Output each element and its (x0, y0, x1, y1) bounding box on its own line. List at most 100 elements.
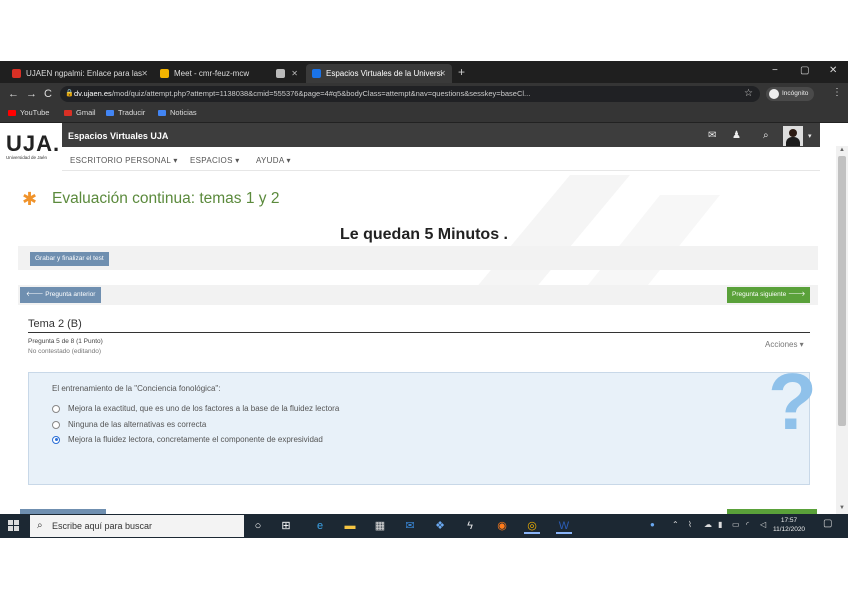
profile-button[interactable]: Incógnito (766, 87, 815, 101)
browser-tab-meet[interactable]: Meet - cmr-feuz-mcw (154, 64, 270, 83)
dropbox-icon[interactable]: ❖ (432, 518, 448, 534)
site-name[interactable]: Espacios Virtuales UJA (68, 131, 168, 141)
onedrive-icon[interactable]: ☁ (704, 520, 712, 529)
radio-button[interactable] (52, 420, 60, 429)
word-icon[interactable]: W (556, 518, 572, 534)
search-icon[interactable]: ⌕ (763, 130, 769, 141)
meet-icon (160, 69, 169, 78)
taskbar-search-input[interactable]: ⌕ Escribe aquí para buscar (30, 515, 244, 537)
forward-arrow-icon[interactable]: → (26, 88, 37, 100)
windows-start-icon[interactable] (8, 520, 20, 532)
bookmark-traducir[interactable]: Traducir (106, 108, 145, 117)
tab-label: Meet - cmr-feuz-mcw (174, 69, 250, 78)
browser-tab-moodle[interactable]: Espacios Virtuales de la Universi ✕ (306, 64, 452, 83)
question-mark-icon: ? (768, 357, 817, 446)
extension-icon (276, 69, 285, 78)
answer-option-3[interactable]: Mejora la fluidez lectora, concretamente… (52, 435, 323, 444)
search-placeholder: Escribe aquí para buscar (52, 521, 153, 531)
store-icon[interactable]: ▦ (372, 518, 388, 534)
actions-menu[interactable]: Acciones ▾ (765, 340, 804, 349)
radio-button-selected[interactable] (52, 435, 60, 444)
bookmark-gmail[interactable]: Gmail (64, 108, 96, 117)
close-icon[interactable]: ✕ (439, 69, 446, 78)
chrome-icon[interactable]: ◎ (524, 518, 540, 534)
url-field[interactable]: 🔒 dv.ujaen.es/mod/quiz/attempt.php?attem… (60, 86, 760, 102)
profile-label: Incógnito (782, 90, 809, 97)
mail-icon[interactable]: ✉ (402, 518, 418, 534)
scrollbar-thumb[interactable] (838, 156, 846, 426)
close-icon[interactable]: ✕ (141, 69, 148, 78)
microphone-icon[interactable]: ▮ (718, 520, 722, 529)
network-icon[interactable]: ⌇ (688, 520, 692, 529)
close-icon[interactable]: ✕ (291, 69, 298, 78)
reload-icon[interactable]: C (44, 88, 52, 100)
url-host: dv.ujaen.es (74, 89, 112, 98)
chevron-down-icon[interactable]: ▾ (808, 132, 812, 140)
edge-icon[interactable]: e (312, 518, 328, 534)
notification-center-icon[interactable]: ▢ (823, 518, 832, 529)
messages-icon[interactable]: ✉ (708, 130, 716, 141)
address-bar: ← → C 🔒 dv.ujaen.es/mod/quiz/attempt.php… (0, 83, 848, 105)
bookmark-youtube[interactable]: YouTube (8, 108, 49, 117)
search-icon: ⌕ (37, 520, 43, 531)
site-logo[interactable]: UJA. (6, 131, 60, 157)
cortana-icon[interactable]: ○ (250, 518, 266, 534)
browser-tab-strip: UJAEN ngpalmi: Enlace para las ✕ Meet - … (0, 61, 848, 83)
moodle-icon (312, 69, 321, 78)
browser-tab-extension[interactable]: ✕ (270, 64, 304, 83)
people-icon[interactable]: ● (650, 520, 655, 529)
scroll-up-icon[interactable]: ▲ (839, 147, 845, 153)
answer-option-2[interactable]: Ninguna de las alternativas es correcta (52, 420, 206, 429)
notifications-icon[interactable]: ♟ (732, 130, 741, 141)
question-number: Pregunta 5 de 8 (1 Punto) (28, 338, 103, 345)
site-top-bar (62, 123, 820, 147)
gmail-icon (64, 109, 72, 116)
previous-question-button[interactable]: 🡐 Pregunta anterior (20, 287, 102, 303)
quiz-timer: Le quedan 5 Minutos . (339, 226, 508, 243)
new-tab-button[interactable]: + (458, 65, 465, 79)
avatar[interactable] (783, 126, 803, 146)
browser-tab-gmail[interactable]: UJAEN ngpalmi: Enlace para las ✕ (6, 64, 154, 83)
bookmark-star-icon[interactable]: ☆ (744, 88, 753, 99)
bookmark-noticias[interactable]: Noticias (158, 108, 197, 117)
answer-option-1[interactable]: Mejora la exactitud, que es uno de los f… (52, 404, 339, 413)
scroll-down-icon[interactable]: ▼ (839, 505, 845, 511)
menu-espacios[interactable]: ESPACIOS ▾ (190, 156, 240, 165)
radio-button[interactable] (52, 404, 60, 413)
app-icon[interactable]: ϟ (462, 518, 478, 534)
wifi-icon[interactable]: ◜ (746, 520, 749, 529)
firefox-icon[interactable]: ◉ (494, 518, 510, 534)
browser-menu-icon[interactable]: ⋮ (832, 87, 842, 98)
finish-bar (18, 246, 818, 270)
clock-time: 17:57 (780, 517, 798, 524)
chevron-up-icon[interactable]: ⌃ (672, 520, 679, 529)
question-nav-bar (18, 285, 818, 305)
youtube-icon (8, 109, 16, 116)
back-arrow-icon[interactable]: ← (8, 88, 19, 100)
lock-icon: 🔒 (65, 90, 74, 97)
next-question-button[interactable]: Pregunta siguiente 🡒 (727, 287, 811, 303)
bookmark-label: Gmail (76, 108, 96, 117)
minimize-button[interactable]: − (772, 65, 778, 76)
close-window-button[interactable]: ✕ (829, 65, 837, 76)
battery-icon[interactable]: ▭ (732, 520, 740, 529)
task-view-icon[interactable]: ⊞ (278, 518, 294, 534)
taskbar-clock[interactable]: 17:57 11/12/2020 (773, 516, 805, 534)
question-status: No contestado (editando) (28, 348, 101, 355)
maximize-button[interactable]: ▢ (800, 65, 809, 76)
menu-escritorio[interactable]: ESCRITORIO PERSONAL ▾ (70, 156, 178, 165)
file-explorer-icon[interactable]: ▬ (342, 518, 358, 534)
bookmark-label: YouTube (20, 108, 50, 117)
tab-label: UJAEN ngpalmi: Enlace para las (26, 69, 143, 78)
question-text: El entrenamiento de la "Conciencia fonol… (52, 384, 221, 393)
translate-icon (106, 109, 114, 116)
menu-ayuda[interactable]: AYUDA ▾ (256, 156, 291, 165)
bookmarks-bar: YouTube Gmail Traducir Noticias (0, 105, 848, 123)
page-title: Evaluación continua: temas 1 y 2 (52, 190, 280, 207)
finish-attempt-button[interactable]: Grabar y finalizar el test (30, 252, 109, 266)
tab-label: Espacios Virtuales de la Universi (326, 69, 443, 78)
previous-question-label: Pregunta anterior (45, 291, 96, 298)
volume-icon[interactable]: ◁ (760, 520, 766, 529)
answer-option-label: Mejora la fluidez lectora, concretamente… (68, 435, 323, 444)
arrow-right-icon: 🡒 (786, 291, 806, 298)
